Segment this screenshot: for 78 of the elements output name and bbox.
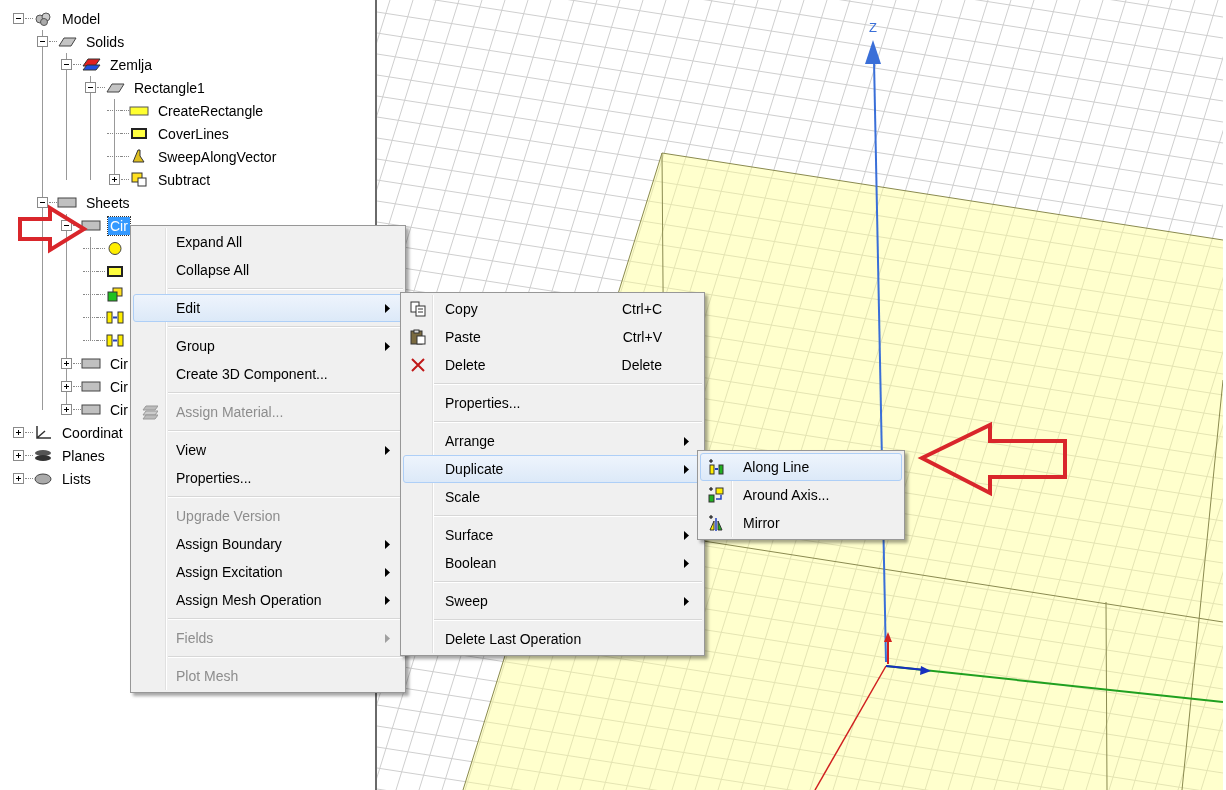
planes-icon bbox=[33, 448, 53, 463]
expand-toggle[interactable] bbox=[12, 450, 24, 461]
slab-icon bbox=[57, 34, 77, 49]
collapse-toggle[interactable] bbox=[36, 36, 48, 47]
tree-item[interactable]: Coordinat bbox=[60, 423, 125, 442]
tree-item[interactable]: Subtract bbox=[156, 170, 213, 189]
menu-item[interactable]: Create 3D Component... bbox=[133, 360, 403, 388]
axis-label: Z bbox=[869, 20, 877, 35]
delete-icon bbox=[410, 357, 426, 373]
expand-toggle[interactable] bbox=[108, 174, 120, 185]
menu-item[interactable]: Expand All bbox=[133, 228, 403, 256]
collapse-toggle[interactable] bbox=[60, 59, 72, 70]
around-axis-icon bbox=[708, 487, 724, 503]
menu-item[interactable]: Assign Excitation bbox=[133, 558, 403, 586]
menu-item[interactable]: Properties... bbox=[133, 464, 403, 492]
expand-toggle[interactable] bbox=[60, 381, 72, 392]
tree-item[interactable]: Solids bbox=[84, 32, 127, 51]
expand-toggle[interactable] bbox=[60, 358, 72, 369]
tree-item[interactable]: Zemlja bbox=[108, 55, 154, 74]
menu-item[interactable]: Around Axis... bbox=[700, 481, 902, 509]
sheet-icon bbox=[81, 356, 101, 371]
overlap-squares-icon bbox=[129, 172, 149, 187]
menu-item[interactable]: Edit bbox=[133, 294, 403, 322]
tree-item[interactable]: Sheets bbox=[84, 193, 132, 212]
move-icon[interactable] bbox=[105, 333, 125, 348]
cluster-icon bbox=[33, 11, 53, 26]
framed-rectangle-icon bbox=[129, 126, 149, 141]
collapse-toggle[interactable] bbox=[36, 197, 48, 208]
axes-icon bbox=[33, 425, 53, 440]
collapse-toggle[interactable] bbox=[60, 220, 72, 231]
along-line-icon bbox=[708, 459, 724, 475]
sheet-icon bbox=[81, 379, 101, 394]
tree-item[interactable]: Rectangle1 bbox=[132, 78, 207, 97]
menu-item[interactable]: Arrange bbox=[403, 427, 702, 455]
menu-item[interactable]: Assign Boundary bbox=[133, 530, 403, 558]
expand-toggle[interactable] bbox=[60, 404, 72, 415]
framed-rectangle-icon[interactable] bbox=[105, 264, 125, 279]
menu-item[interactable]: Mirror bbox=[700, 509, 902, 537]
slab-icon bbox=[105, 80, 125, 95]
tree-item[interactable]: SweepAlongVector bbox=[156, 147, 279, 166]
menu-item[interactable]: Group bbox=[133, 332, 403, 360]
copy-icon bbox=[410, 301, 426, 317]
paste-icon bbox=[410, 329, 426, 345]
overlap-squares-icon[interactable] bbox=[105, 287, 125, 302]
sheet-icon bbox=[81, 402, 101, 417]
rectangle-icon bbox=[129, 103, 149, 118]
menu-item[interactable]: Delete Delete bbox=[403, 351, 702, 379]
expand-toggle[interactable] bbox=[12, 473, 24, 484]
menu-item[interactable]: Copy Ctrl+C bbox=[403, 295, 702, 323]
layers-icon bbox=[81, 57, 101, 72]
move-icon[interactable] bbox=[105, 310, 125, 325]
menu-item[interactable]: Properties... bbox=[403, 389, 702, 417]
tree-item[interactable]: Cir bbox=[108, 400, 130, 419]
tree-item[interactable]: Planes bbox=[60, 446, 107, 465]
tree-item[interactable]: Cir bbox=[108, 354, 130, 373]
tree-item[interactable]: Model bbox=[60, 9, 103, 28]
collapse-toggle[interactable] bbox=[12, 13, 24, 24]
menu-item[interactable]: Delete Last Operation bbox=[403, 625, 702, 653]
tree-item[interactable]: CoverLines bbox=[156, 124, 231, 143]
sheet-icon bbox=[57, 195, 77, 210]
callout-arrow bbox=[18, 204, 88, 254]
menu-item[interactable]: View bbox=[133, 436, 403, 464]
tree-item[interactable]: CreateRectangle bbox=[156, 101, 266, 120]
lists-icon bbox=[33, 471, 53, 486]
menu-item[interactable]: Sweep bbox=[403, 587, 702, 615]
menu-item[interactable]: Collapse All bbox=[133, 256, 403, 284]
expand-toggle[interactable] bbox=[12, 427, 24, 438]
menu-item[interactable]: Boolean bbox=[403, 549, 702, 577]
sheet-icon bbox=[81, 218, 101, 233]
menu-item[interactable]: Along Line bbox=[700, 453, 902, 481]
mirror-icon bbox=[708, 515, 724, 531]
stack-icon bbox=[142, 404, 158, 420]
menu-item[interactable]: Assign Mesh Operation bbox=[133, 586, 403, 614]
tree-item[interactable]: Cir bbox=[108, 377, 130, 396]
tree-item[interactable]: Lists bbox=[60, 469, 93, 488]
circle-icon[interactable] bbox=[105, 241, 125, 256]
collapse-toggle[interactable] bbox=[84, 82, 96, 93]
menu-item[interactable]: Paste Ctrl+V bbox=[403, 323, 702, 351]
